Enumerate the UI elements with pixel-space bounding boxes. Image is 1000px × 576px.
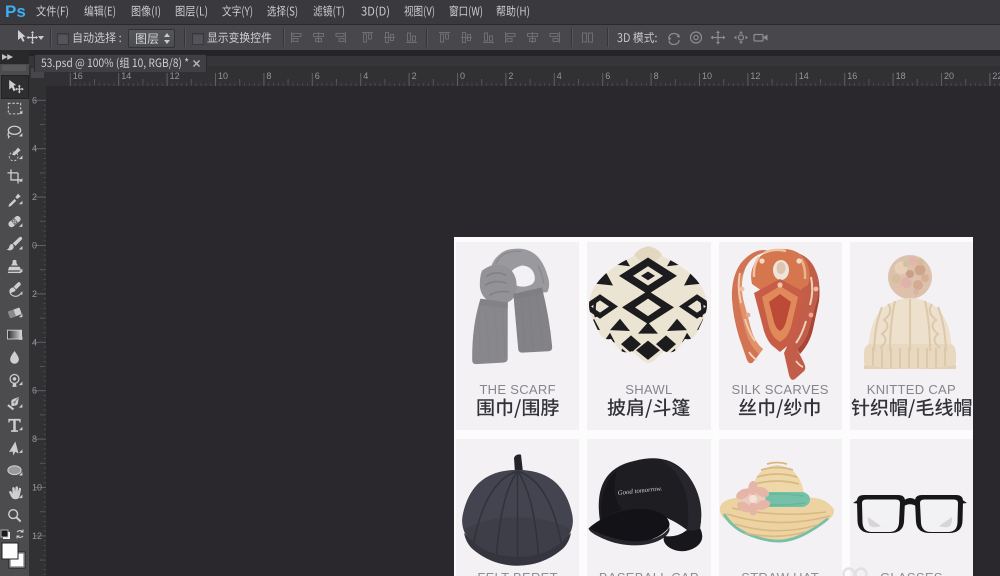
svg-text:20: 20 xyxy=(944,71,954,81)
svg-text:18: 18 xyxy=(896,71,906,81)
svg-text:14: 14 xyxy=(799,71,809,81)
svg-text:12: 12 xyxy=(170,71,180,81)
svg-text:6: 6 xyxy=(315,71,320,81)
svg-text:6: 6 xyxy=(32,386,37,396)
svg-text:16: 16 xyxy=(73,71,83,81)
svg-text:6: 6 xyxy=(32,95,37,105)
svg-text:8: 8 xyxy=(654,71,659,81)
svg-text:10: 10 xyxy=(702,71,712,81)
svg-text:0: 0 xyxy=(460,71,465,81)
svg-text:4: 4 xyxy=(557,71,562,81)
svg-text:4: 4 xyxy=(32,144,37,154)
svg-text:2: 2 xyxy=(412,71,417,81)
svg-text:0: 0 xyxy=(32,241,37,251)
svg-text:10: 10 xyxy=(218,71,228,81)
svg-text:22: 22 xyxy=(992,71,1000,81)
svg-text:4: 4 xyxy=(363,71,368,81)
svg-text:2: 2 xyxy=(508,71,513,81)
svg-text:16: 16 xyxy=(847,71,857,81)
svg-text:6: 6 xyxy=(605,71,610,81)
svg-text:12: 12 xyxy=(32,531,42,541)
svg-text:14: 14 xyxy=(121,71,131,81)
svg-text:8: 8 xyxy=(32,434,37,444)
svg-text:10: 10 xyxy=(32,483,42,493)
svg-text:8: 8 xyxy=(266,71,271,81)
svg-text:2: 2 xyxy=(32,192,37,202)
svg-text:4: 4 xyxy=(32,337,37,347)
svg-text:12: 12 xyxy=(750,71,760,81)
svg-text:2: 2 xyxy=(32,289,37,299)
